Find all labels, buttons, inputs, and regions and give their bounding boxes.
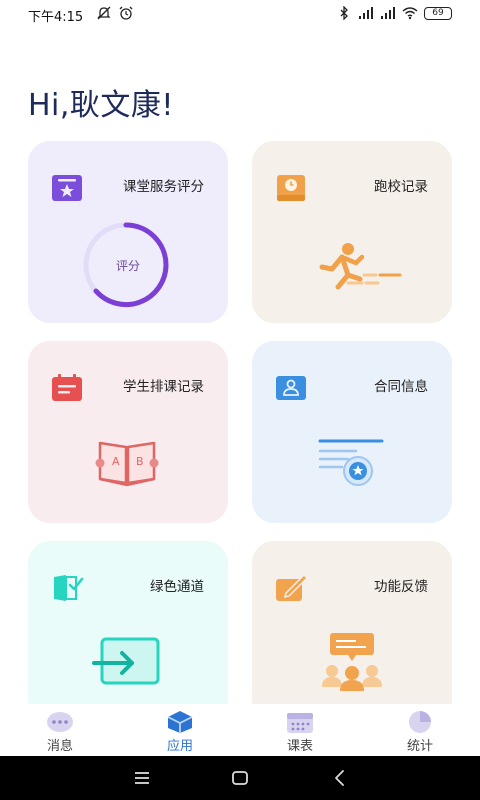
card-student-schedule-records[interactable]: 学生排课记录 A B: [28, 341, 228, 523]
card-school-visit-records[interactable]: 跑校记录: [252, 141, 452, 323]
schedule-icon: [287, 713, 313, 733]
book-letter-a: A: [112, 455, 120, 468]
status-bar: 下午4:15 69: [0, 0, 480, 30]
card-title: 学生排课记录: [123, 379, 204, 395]
card-contract-info[interactable]: 合同信息: [252, 341, 452, 523]
bottom-tab-bar: 消息 应用 课表 统计: [0, 704, 480, 756]
battery-indicator: 69: [424, 6, 452, 20]
signal-hd-icon: [381, 7, 395, 19]
star-card-icon: [52, 175, 82, 201]
tab-schedule[interactable]: 课表: [240, 704, 360, 756]
open-book-illustration: A B: [28, 419, 228, 519]
card-title: 课堂服务评分: [123, 179, 204, 195]
tab-label: 统计: [406, 739, 433, 754]
card-title: 合同信息: [374, 379, 428, 395]
card-class-service-rating[interactable]: 课堂服务评分 评分: [28, 141, 228, 323]
signal-hd-icon: [359, 7, 373, 19]
tab-label: 课表: [286, 739, 313, 754]
tab-statistics[interactable]: 统计: [360, 704, 480, 756]
runner-illustration: [252, 219, 452, 319]
tab-label: 应用: [166, 739, 193, 754]
feedback-icon: [276, 573, 308, 601]
card-feature-feedback[interactable]: 功能反馈: [252, 541, 452, 721]
system-navigation-bar: [0, 756, 480, 800]
greeting-title: Hi,耿文康!: [28, 88, 174, 123]
calendar-icon: [52, 374, 82, 401]
book-letter-b: B: [136, 455, 144, 468]
bluetooth-icon: [340, 6, 348, 20]
menu-icon[interactable]: [132, 768, 152, 788]
alarm-icon: [119, 6, 133, 20]
id-card-icon: [276, 376, 306, 400]
rating-gauge: 评分: [28, 219, 228, 319]
pie-chart-icon: [409, 711, 431, 733]
tab-label: 消息: [46, 739, 73, 754]
green-channel-icon: [54, 575, 84, 601]
status-time: 下午4:15: [28, 10, 84, 25]
back-icon[interactable]: [330, 768, 350, 788]
app-cube-icon: [167, 711, 193, 733]
card-title: 跑校记录: [374, 179, 428, 195]
tab-apps[interactable]: 应用: [120, 704, 240, 756]
message-icon: [47, 712, 73, 732]
card-green-channel[interactable]: 绿色通道: [28, 541, 228, 721]
tab-messages[interactable]: 消息: [0, 704, 120, 756]
clock-book-icon: [277, 175, 305, 201]
wifi-icon: [402, 7, 418, 20]
no-notification-icon: [97, 6, 111, 20]
home-icon[interactable]: [230, 768, 250, 788]
contract-illustration: [252, 419, 452, 519]
gauge-label: 评分: [115, 259, 140, 273]
card-title: 功能反馈: [374, 579, 428, 595]
card-title: 绿色通道: [150, 579, 204, 595]
